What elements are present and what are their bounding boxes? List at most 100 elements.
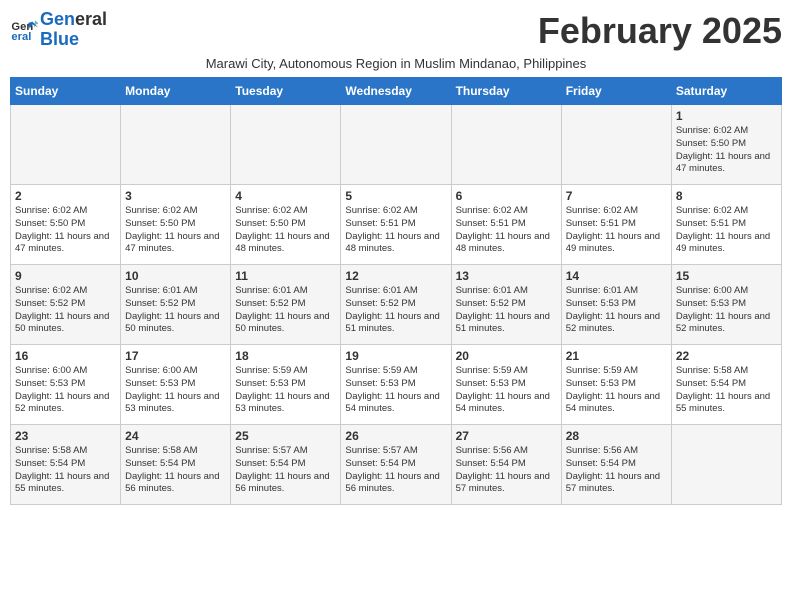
calendar-cell: 27 Sunrise: 5:56 AM Sunset: 5:54 PM Dayli… [451,425,561,505]
calendar-cell [671,425,781,505]
day-info: Sunrise: 6:02 AM Sunset: 5:51 PM Dayligh… [456,205,557,256]
calendar-cell [561,105,671,185]
calendar-cell: 11 Sunrise: 6:01 AM Sunset: 5:52 PM Dayli… [231,265,341,345]
day-number: 8 [676,189,777,203]
day-info: Sunrise: 6:02 AM Sunset: 5:50 PM Dayligh… [125,205,226,256]
title-block: February 2025 [538,10,782,52]
calendar-cell: 1Sunrise: 6:02 AM Sunset: 5:50 PM Daylig… [671,105,781,185]
day-info: Sunrise: 6:01 AM Sunset: 5:53 PM Dayligh… [566,285,667,336]
logo-text2: Blue [40,30,107,50]
calendar-cell [451,105,561,185]
calendar-cell: 15 Sunrise: 6:00 AM Sunset: 5:53 PM Dayli… [671,265,781,345]
day-number: 6 [456,189,557,203]
calendar-cell: 24Sunrise: 5:58 AM Sunset: 5:54 PM Dayli… [121,425,231,505]
day-number: 20 [456,349,557,363]
day-number: 5 [345,189,446,203]
day-info: Sunrise: 6:02 AM Sunset: 5:51 PM Dayligh… [676,205,777,256]
day-number: 10 [125,269,226,283]
day-number: 12 [345,269,446,283]
day-number: 13 [456,269,557,283]
day-number: 22 [676,349,777,363]
calendar-cell: 17 Sunrise: 6:00 AM Sunset: 5:53 PM Dayli… [121,345,231,425]
day-number: 15 [676,269,777,283]
logo-text: General [40,10,107,30]
calendar-cell: 23 Sunrise: 5:58 AM Sunset: 5:54 PM Dayli… [11,425,121,505]
day-number: 3 [125,189,226,203]
calendar-cell [231,105,341,185]
calendar-week-4: 23 Sunrise: 5:58 AM Sunset: 5:54 PM Dayli… [11,425,782,505]
day-number: 28 [566,429,667,443]
day-info: Sunrise: 6:02 AM Sunset: 5:50 PM Dayligh… [15,205,116,256]
calendar-cell: 20Sunrise: 5:59 AM Sunset: 5:53 PM Dayli… [451,345,561,425]
calendar-header: SundayMondayTuesdayWednesdayThursdayFrid… [11,78,782,105]
calendar-cell: 2 Sunrise: 6:02 AM Sunset: 5:50 PM Daylig… [11,185,121,265]
subtitle: Marawi City, Autonomous Region in Muslim… [10,56,782,71]
day-number: 2 [15,189,116,203]
page-header: Gen eral General Blue February 2025 [10,10,782,52]
calendar-cell: 4Sunrise: 6:02 AM Sunset: 5:50 PM Daylig… [231,185,341,265]
day-info: Sunrise: 6:02 AM Sunset: 5:52 PM Dayligh… [15,285,116,336]
calendar-cell: 5Sunrise: 6:02 AM Sunset: 5:51 PM Daylig… [341,185,451,265]
calendar-cell: 14 Sunrise: 6:01 AM Sunset: 5:53 PM Dayli… [561,265,671,345]
calendar-cell: 10 Sunrise: 6:01 AM Sunset: 5:52 PM Dayli… [121,265,231,345]
logo-icon: Gen eral [10,16,38,44]
header-sunday: Sunday [11,78,121,105]
header-row: SundayMondayTuesdayWednesdayThursdayFrid… [11,78,782,105]
day-number: 16 [15,349,116,363]
header-thursday: Thursday [451,78,561,105]
header-friday: Friday [561,78,671,105]
day-info: Sunrise: 6:00 AM Sunset: 5:53 PM Dayligh… [125,365,226,416]
calendar-week-3: 16 Sunrise: 6:00 AM Sunset: 5:53 PM Dayli… [11,345,782,425]
day-info: Sunrise: 6:01 AM Sunset: 5:52 PM Dayligh… [345,285,446,336]
calendar-week-0: 1Sunrise: 6:02 AM Sunset: 5:50 PM Daylig… [11,105,782,185]
calendar-cell: 26Sunrise: 5:57 AM Sunset: 5:54 PM Dayli… [341,425,451,505]
day-number: 18 [235,349,336,363]
day-number: 25 [235,429,336,443]
calendar-week-2: 9 Sunrise: 6:02 AM Sunset: 5:52 PM Daylig… [11,265,782,345]
calendar-cell: 25Sunrise: 5:57 AM Sunset: 5:54 PM Dayli… [231,425,341,505]
month-title: February 2025 [538,10,782,52]
day-number: 17 [125,349,226,363]
calendar-body: 1Sunrise: 6:02 AM Sunset: 5:50 PM Daylig… [11,105,782,505]
day-number: 23 [15,429,116,443]
header-tuesday: Tuesday [231,78,341,105]
day-info: Sunrise: 6:01 AM Sunset: 5:52 PM Dayligh… [456,285,557,336]
day-number: 9 [15,269,116,283]
day-info: Sunrise: 5:58 AM Sunset: 5:54 PM Dayligh… [676,365,777,416]
day-info: Sunrise: 5:57 AM Sunset: 5:54 PM Dayligh… [345,445,446,496]
day-info: Sunrise: 5:59 AM Sunset: 5:53 PM Dayligh… [566,365,667,416]
calendar-cell: 19 Sunrise: 5:59 AM Sunset: 5:53 PM Dayli… [341,345,451,425]
header-saturday: Saturday [671,78,781,105]
day-info: Sunrise: 6:02 AM Sunset: 5:51 PM Dayligh… [566,205,667,256]
logo: Gen eral General Blue [10,10,107,50]
calendar-cell: 28 Sunrise: 5:56 AM Sunset: 5:54 PM Dayli… [561,425,671,505]
day-info: Sunrise: 5:58 AM Sunset: 5:54 PM Dayligh… [125,445,226,496]
calendar-cell: 8 Sunrise: 6:02 AM Sunset: 5:51 PM Daylig… [671,185,781,265]
day-number: 19 [345,349,446,363]
day-number: 27 [456,429,557,443]
day-info: Sunrise: 6:02 AM Sunset: 5:50 PM Dayligh… [235,205,336,256]
calendar-cell: 3 Sunrise: 6:02 AM Sunset: 5:50 PM Daylig… [121,185,231,265]
day-info: Sunrise: 5:56 AM Sunset: 5:54 PM Dayligh… [456,445,557,496]
calendar-cell: 9 Sunrise: 6:02 AM Sunset: 5:52 PM Daylig… [11,265,121,345]
calendar-week-1: 2 Sunrise: 6:02 AM Sunset: 5:50 PM Daylig… [11,185,782,265]
calendar-cell: 7 Sunrise: 6:02 AM Sunset: 5:51 PM Daylig… [561,185,671,265]
calendar-cell: 22 Sunrise: 5:58 AM Sunset: 5:54 PM Dayli… [671,345,781,425]
day-info: Sunrise: 6:01 AM Sunset: 5:52 PM Dayligh… [125,285,226,336]
day-info: Sunrise: 6:01 AM Sunset: 5:52 PM Dayligh… [235,285,336,336]
header-wednesday: Wednesday [341,78,451,105]
header-monday: Monday [121,78,231,105]
day-number: 7 [566,189,667,203]
calendar-cell: 13 Sunrise: 6:01 AM Sunset: 5:52 PM Dayli… [451,265,561,345]
calendar-cell: 16Sunrise: 6:00 AM Sunset: 5:53 PM Dayli… [11,345,121,425]
day-info: Sunrise: 5:59 AM Sunset: 5:53 PM Dayligh… [345,365,446,416]
day-info: Sunrise: 5:58 AM Sunset: 5:54 PM Dayligh… [15,445,116,496]
day-number: 14 [566,269,667,283]
calendar-cell: 6 Sunrise: 6:02 AM Sunset: 5:51 PM Daylig… [451,185,561,265]
calendar-cell [11,105,121,185]
svg-text:eral: eral [11,31,31,43]
day-info: Sunrise: 5:56 AM Sunset: 5:54 PM Dayligh… [566,445,667,496]
day-number: 11 [235,269,336,283]
calendar-cell: 18Sunrise: 5:59 AM Sunset: 5:53 PM Dayli… [231,345,341,425]
day-info: Sunrise: 6:00 AM Sunset: 5:53 PM Dayligh… [676,285,777,336]
